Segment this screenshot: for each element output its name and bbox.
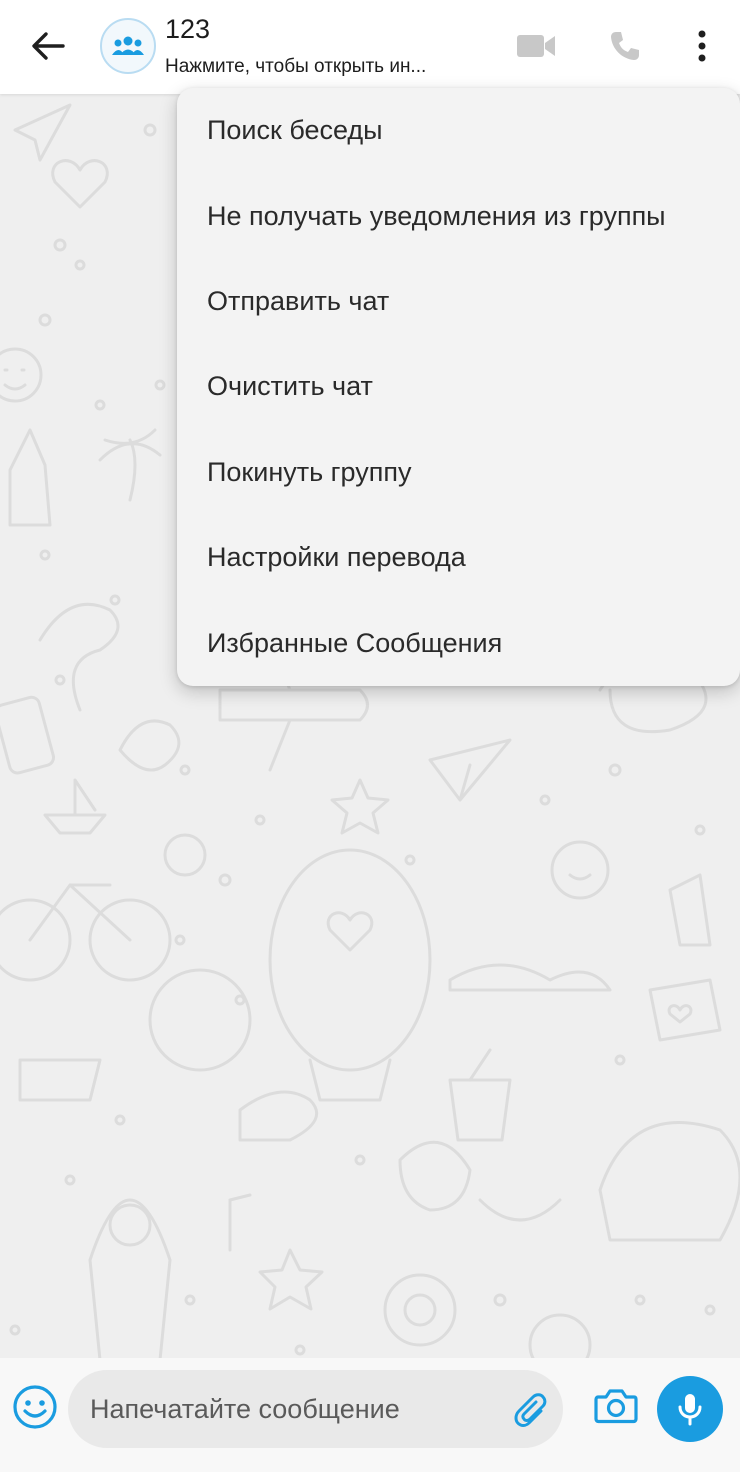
chat-header: 123 Нажмите, чтобы открыть ин... [0,0,740,94]
smiley-icon [13,1385,57,1429]
menu-item-search-chat[interactable]: Поиск беседы [177,88,740,173]
camera-button[interactable] [590,1382,642,1430]
message-input-container [68,1370,563,1448]
chat-title[interactable]: 123 [165,14,210,45]
back-button[interactable] [20,20,76,72]
menu-item-export-chat[interactable]: Отправить чат [177,259,740,344]
emoji-button[interactable] [10,1382,60,1432]
more-vertical-icon [698,30,706,62]
attach-button[interactable] [508,1386,554,1432]
arrow-left-icon [32,32,65,60]
message-input[interactable] [90,1370,490,1448]
camera-icon [594,1389,638,1424]
menu-item-translation-settings[interactable]: Настройки перевода [177,515,740,600]
video-camera-icon [517,35,555,57]
composer-bar [0,1358,740,1472]
microphone-icon [678,1394,702,1426]
menu-item-starred-messages[interactable]: Избранные Сообщения [177,600,740,685]
more-options-button[interactable] [682,22,722,70]
voice-call-button[interactable] [600,22,650,70]
paperclip-icon [514,1393,547,1427]
group-icon [112,36,144,55]
phone-icon [611,32,639,60]
menu-item-mute-group[interactable]: Не получать уведомления из группы [177,173,740,258]
menu-item-clear-chat[interactable]: Очистить чат [177,344,740,429]
voice-message-button[interactable] [657,1376,723,1442]
menu-item-leave-group[interactable]: Покинуть группу [177,430,740,515]
video-call-button[interactable] [510,22,562,70]
chat-subtitle[interactable]: Нажмите, чтобы открыть ин... [165,56,485,78]
group-avatar[interactable] [100,18,156,74]
chat-screen: 123 Нажмите, чтобы открыть ин... Поиск б… [0,0,740,1472]
overflow-menu: Поиск беседы Не получать уведомления из … [177,88,740,686]
